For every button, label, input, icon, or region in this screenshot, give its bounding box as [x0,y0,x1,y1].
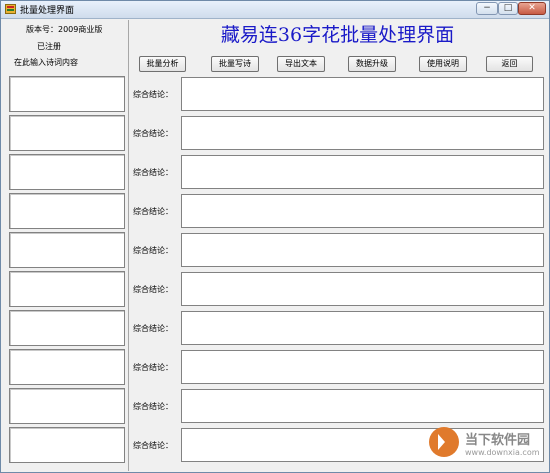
result-label-8: 综合结论： [133,363,173,372]
input-prompt-label: 在此输入诗词内容 [14,58,78,67]
result-field-9[interactable] [181,389,544,423]
result-label-9: 综合结论： [133,402,173,411]
registered-label: 已注册 [37,42,61,51]
result-field-2[interactable] [181,116,544,150]
poem-input-8[interactable] [9,349,125,385]
poem-input-9[interactable] [9,388,125,424]
watermark: 当下软件园 www.downxia.com [429,425,547,465]
poem-input-6[interactable] [9,271,125,307]
watermark-name: 当下软件园 [465,433,531,448]
result-field-1[interactable] [181,77,544,111]
poem-input-2[interactable] [9,115,125,151]
result-field-3[interactable] [181,155,544,189]
version-label: 版本号：2009商业版 [26,25,103,34]
data-upgrade-button[interactable]: 数据升级 [348,56,396,72]
maximize-button[interactable]: □ [498,2,518,15]
help-button[interactable]: 使用说明 [419,56,467,72]
result-label-5: 综合结论： [133,246,173,255]
result-label-4: 综合结论： [133,207,173,216]
app-icon [5,4,16,14]
window-title: 批量处理界面 [20,6,75,16]
watermark-logo-icon [429,427,459,457]
result-label-7: 综合结论： [133,324,173,333]
title-bar: 批量处理界面 − □ ✕ [1,1,549,19]
page-title: 藏易连36字花批量处理界面 [220,24,455,46]
result-label-10: 综合结论： [133,441,173,450]
batch-analyze-button[interactable]: 批量分析 [139,56,186,72]
main-panel: 藏易连36字花批量处理界面 批量分析 批量写诗 导出文本 数据升级 使用说明 返回 综合结… [129,20,546,471]
watermark-url: www.downxia.com [465,448,540,457]
poem-input-3[interactable] [9,154,125,190]
result-label-2: 综合结论： [133,129,173,138]
result-field-6[interactable] [181,272,544,306]
left-panel: 版本号：2009商业版 已注册 在此输入诗词内容 [4,20,129,471]
result-field-8[interactable] [181,350,544,384]
close-button[interactable]: ✕ [518,2,546,15]
poem-input-7[interactable] [9,310,125,346]
poem-input-4[interactable] [9,193,125,229]
result-field-5[interactable] [181,233,544,267]
poem-input-5[interactable] [9,232,125,268]
result-field-7[interactable] [181,311,544,345]
back-button[interactable]: 返回 [486,56,533,72]
result-field-4[interactable] [181,194,544,228]
batch-write-poem-button[interactable]: 批量写诗 [211,56,259,72]
app-window: 批量处理界面 − □ ✕ 版本号：2009商业版 已注册 在此输入诗词内容 藏易… [0,0,550,473]
result-label-6: 综合结论： [133,285,173,294]
result-label-1: 综合结论： [133,90,173,99]
poem-input-10[interactable] [9,427,125,463]
result-label-3: 综合结论： [133,168,173,177]
export-text-button[interactable]: 导出文本 [277,56,325,72]
poem-input-1[interactable] [9,76,125,112]
minimize-button[interactable]: − [476,2,498,15]
